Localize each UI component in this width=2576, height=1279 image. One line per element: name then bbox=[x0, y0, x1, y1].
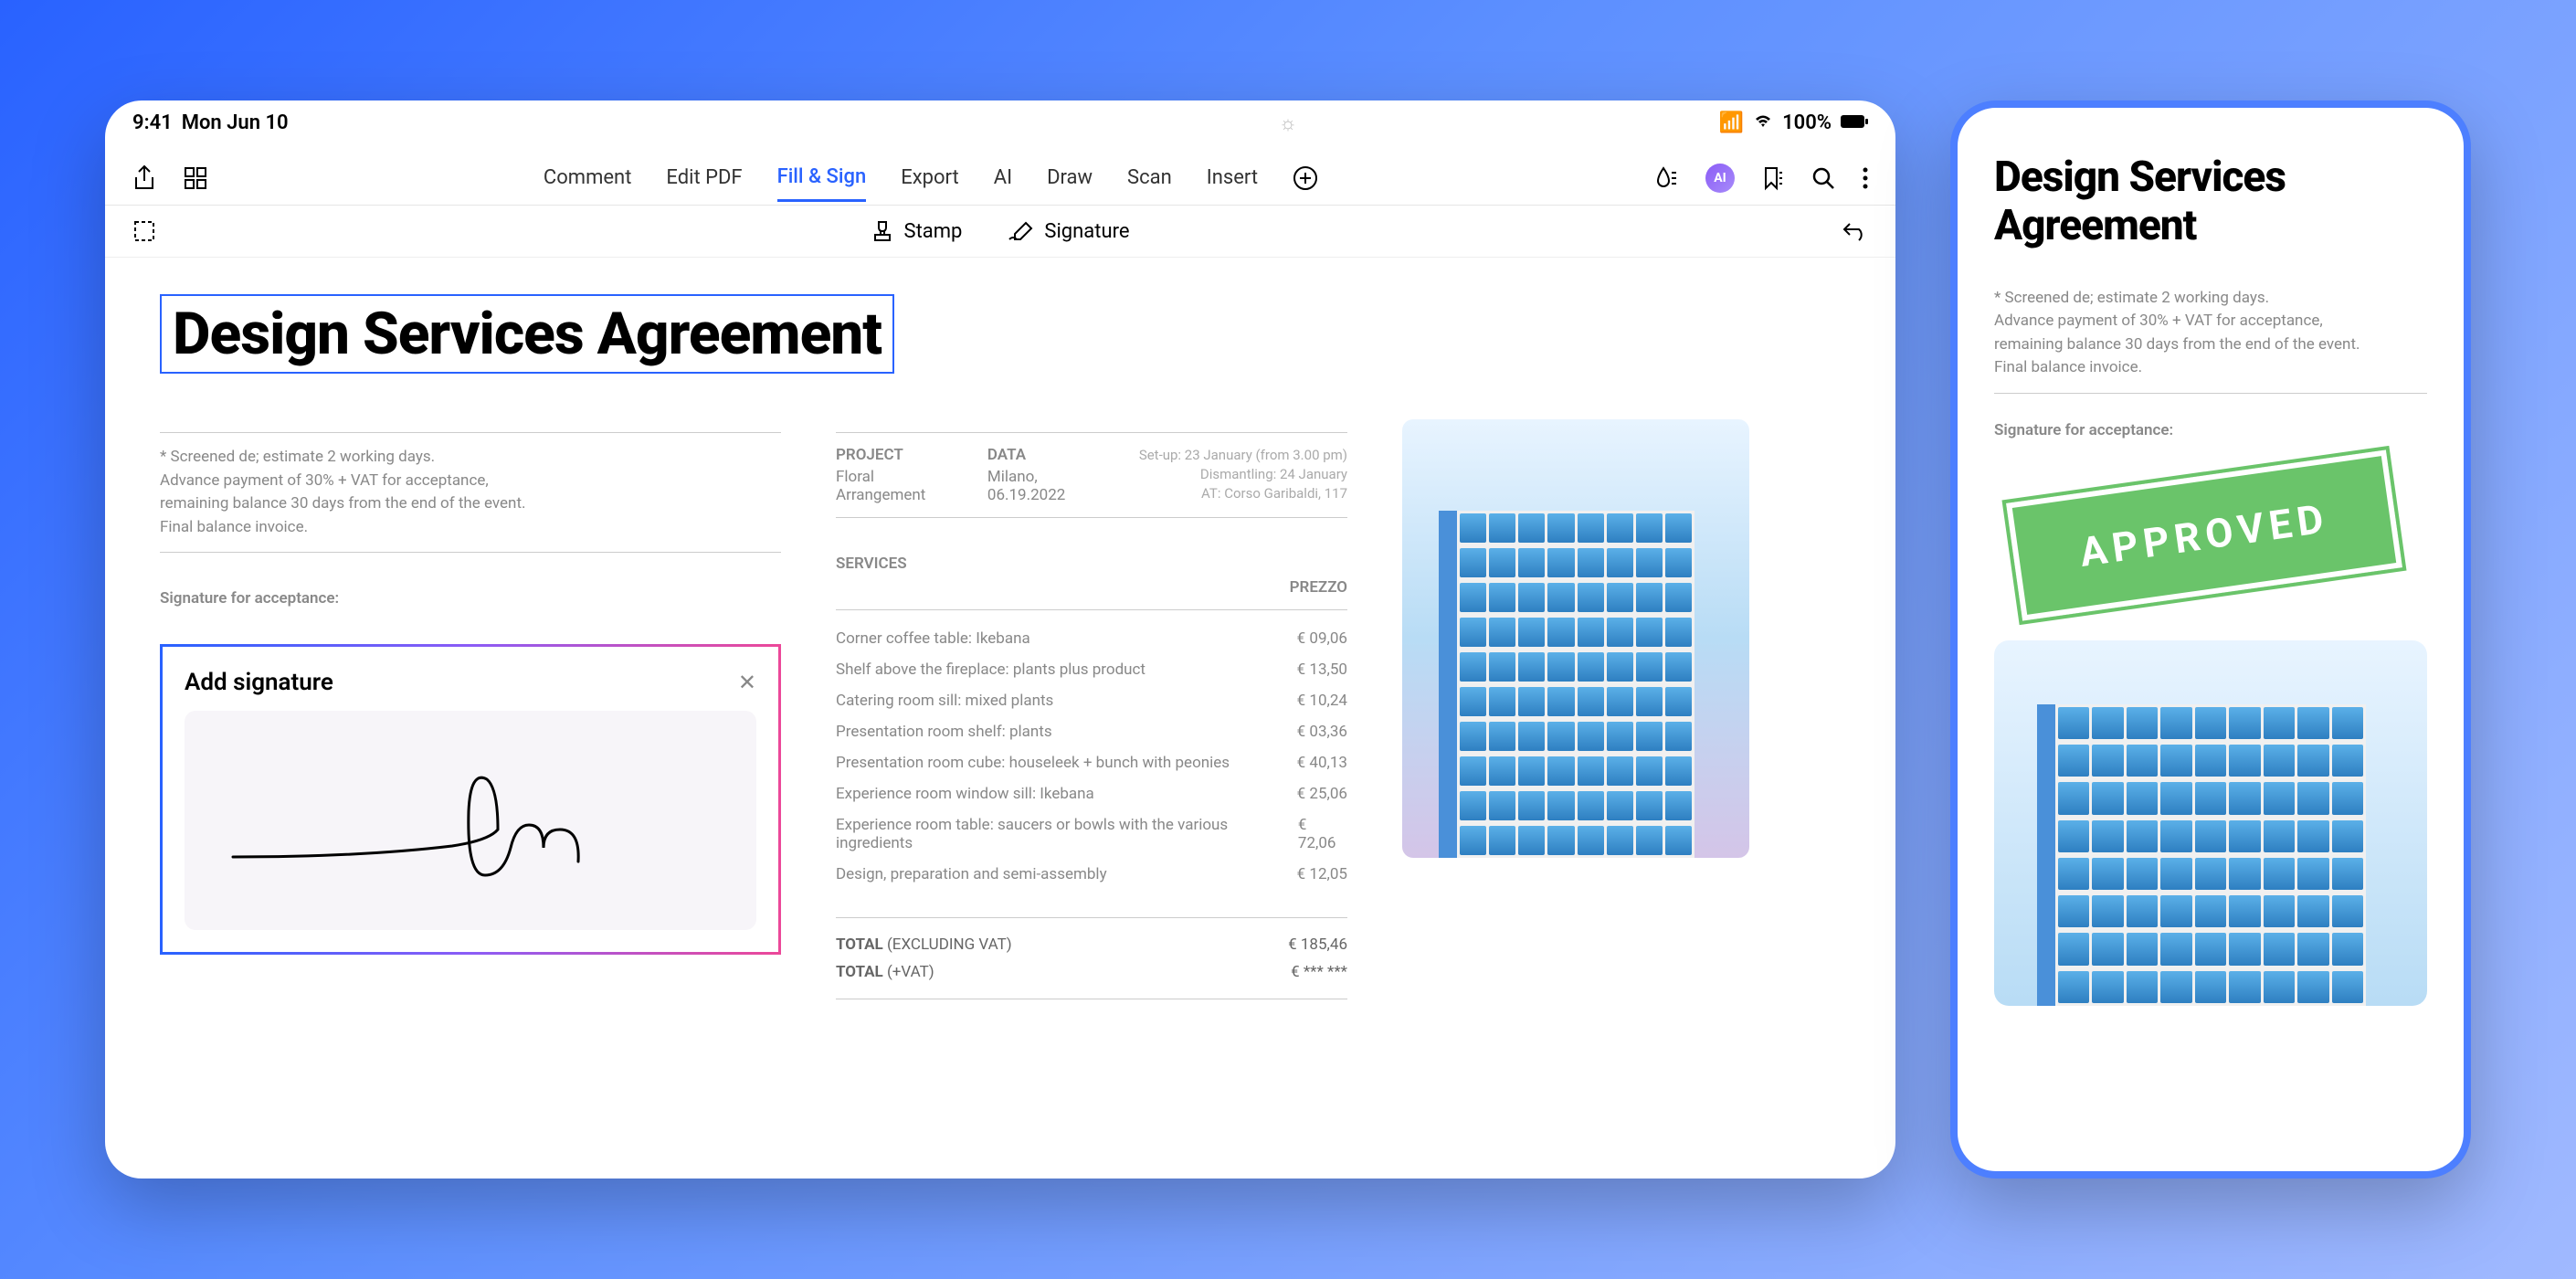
signature-panel-title: Add signature bbox=[185, 669, 333, 696]
close-icon[interactable]: ✕ bbox=[738, 670, 756, 695]
service-row: Corner coffee table: Ikebana€ 09,06 bbox=[836, 623, 1347, 654]
phone-signature-label: Signature for acceptance: bbox=[1994, 421, 2427, 439]
stamp-tool[interactable]: Stamp bbox=[870, 218, 963, 244]
more-icon[interactable] bbox=[1863, 167, 1868, 189]
undo-icon[interactable] bbox=[1842, 220, 1868, 242]
service-row: Catering room sill: mixed plants€ 10,24 bbox=[836, 685, 1347, 716]
phone-frame: Design Services Agreement * Screened de;… bbox=[1950, 100, 2471, 1179]
sub-toolbar: Stamp Signature bbox=[105, 206, 1895, 258]
search-icon[interactable] bbox=[1811, 166, 1835, 190]
brightness-icon: ☼ bbox=[1279, 112, 1297, 135]
meta-notes: Set-up: 23 January (from 3.00 pm) Disman… bbox=[1139, 446, 1347, 504]
services-label: SERVICES bbox=[836, 555, 907, 573]
data-label: DATA bbox=[987, 446, 1084, 464]
approved-stamp[interactable]: APPROVED bbox=[2006, 449, 2402, 620]
service-row: Presentation room cube: houseleek + bunc… bbox=[836, 747, 1347, 778]
document-viewport[interactable]: Design Services Agreement * Screened de;… bbox=[105, 258, 1895, 1179]
tab-comment[interactable]: Comment bbox=[544, 155, 631, 200]
services-list: Corner coffee table: Ikebana€ 09,06Shelf… bbox=[836, 623, 1347, 890]
data-value: Milano, 06.19.2022 bbox=[987, 468, 1084, 504]
ai-badge-icon[interactable]: AI bbox=[1705, 164, 1735, 193]
tab-fill-sign[interactable]: Fill & Sign bbox=[777, 154, 867, 202]
select-icon[interactable] bbox=[132, 219, 156, 243]
tab-insert[interactable]: Insert bbox=[1207, 155, 1258, 200]
building-image bbox=[1402, 419, 1749, 858]
phone-notes: * Screened de; estimate 2 working days. … bbox=[1994, 287, 2427, 380]
bookmark-icon[interactable] bbox=[1762, 165, 1784, 191]
phone-title: Design Services Agreement bbox=[1994, 153, 2427, 250]
signature-canvas[interactable] bbox=[185, 711, 756, 930]
grid-icon[interactable] bbox=[184, 166, 207, 190]
signature-label: Signature bbox=[1044, 220, 1129, 243]
stamp-label: Stamp bbox=[904, 220, 963, 243]
tab-draw[interactable]: Draw bbox=[1047, 155, 1093, 200]
ink-icon[interactable] bbox=[1654, 165, 1678, 191]
tab-scan[interactable]: Scan bbox=[1127, 155, 1172, 200]
total-vat-value: € *** *** bbox=[1291, 963, 1347, 981]
service-row: Presentation room shelf: plants€ 03,36 bbox=[836, 716, 1347, 747]
wifi-icon bbox=[1753, 111, 1773, 134]
price-label: PREZZO bbox=[1290, 578, 1347, 597]
service-row: Experience room window sill: Ikebana€ 25… bbox=[836, 778, 1347, 809]
total-ex-value: € 185,46 bbox=[1288, 935, 1347, 954]
signature-panel: Add signature ✕ bbox=[160, 644, 781, 955]
tab-edit-pdf[interactable]: Edit PDF bbox=[666, 155, 742, 200]
page-title[interactable]: Design Services Agreement bbox=[160, 294, 894, 374]
status-date: Mon Jun 10 bbox=[182, 111, 289, 134]
project-value: Floral Arrangement bbox=[836, 468, 933, 504]
service-row: Experience room table: saucers or bowls … bbox=[836, 809, 1347, 859]
status-time: 9:41 bbox=[132, 111, 173, 134]
main-toolbar: Comment Edit PDF Fill & Sign Export AI D… bbox=[105, 142, 1895, 206]
status-bar: 9:41 Mon Jun 10 ☼ 📶 100% bbox=[105, 100, 1895, 142]
share-icon[interactable] bbox=[132, 164, 156, 192]
add-icon[interactable] bbox=[1293, 165, 1318, 191]
project-label: PROJECT bbox=[836, 446, 933, 464]
tab-export[interactable]: Export bbox=[901, 155, 959, 200]
signature-tool[interactable]: Signature bbox=[1008, 218, 1129, 244]
tab-ai[interactable]: AI bbox=[994, 155, 1012, 200]
tablet-frame: 9:41 Mon Jun 10 ☼ 📶 100% Comme bbox=[105, 100, 1895, 1179]
battery-percent: 100% bbox=[1782, 111, 1832, 134]
doc-notes: * Screened de; estimate 2 working days. … bbox=[160, 446, 781, 539]
battery-icon bbox=[1841, 111, 1868, 134]
service-row: Design, preparation and semi-assembly€ 1… bbox=[836, 859, 1347, 890]
phone-building-image bbox=[1994, 640, 2427, 1006]
service-row: Shelf above the fireplace: plants plus p… bbox=[836, 654, 1347, 685]
signal-icon: 📶 bbox=[1719, 111, 1744, 134]
signature-accept-label: Signature for acceptance: bbox=[160, 589, 781, 608]
